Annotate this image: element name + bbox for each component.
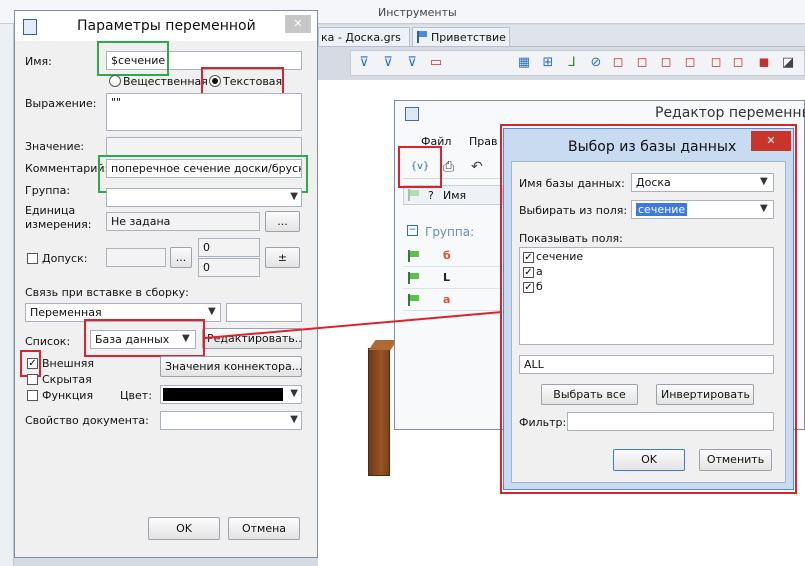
field-select-combo[interactable]: сечение: [631, 200, 774, 219]
show-fields-label: Показывать поля:: [519, 232, 623, 245]
field-name-section: сечение: [536, 250, 584, 263]
db-name-combo[interactable]: Доска: [631, 173, 774, 192]
field-select-value: сечение: [636, 203, 688, 216]
field-select-label: Выбирать из поля:: [519, 204, 628, 217]
invert-button[interactable]: Инвертировать: [656, 384, 754, 405]
db-ok-button[interactable]: OK: [613, 449, 685, 471]
all-field[interactable]: ALL: [519, 355, 774, 374]
db-dialog-title: Выбор из базы данных: [568, 139, 737, 155]
db-cancel-button[interactable]: Отменить: [699, 449, 772, 471]
filter-label: Фильтр:: [519, 416, 567, 429]
field-name-a: а: [536, 265, 543, 278]
field-checkbox-b[interactable]: ✓: [523, 282, 534, 293]
chevron-down-icon: ▼: [760, 203, 768, 214]
field-name-b: б: [536, 280, 543, 293]
select-all-button[interactable]: Выбрать все: [541, 384, 638, 405]
close-icon[interactable]: ✕: [751, 131, 791, 151]
filter-field[interactable]: [567, 412, 774, 431]
db-name-label: Имя базы данных:: [519, 177, 625, 190]
field-checkbox-a[interactable]: ✓: [523, 267, 534, 278]
field-checkbox-section[interactable]: ✓: [523, 252, 534, 263]
chevron-down-icon: ▼: [760, 176, 768, 187]
